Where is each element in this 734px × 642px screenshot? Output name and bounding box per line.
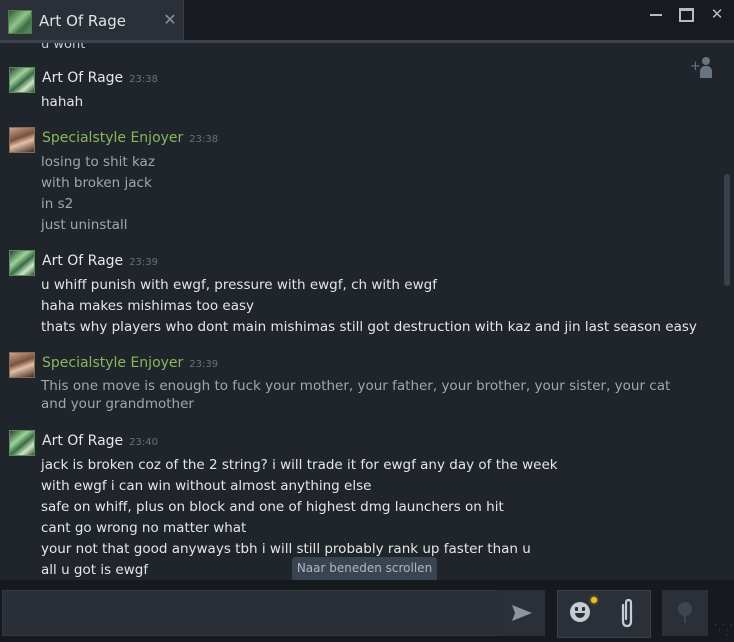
tab-avatar [8, 10, 32, 34]
message-line: This one move is enough to fuck your mot… [41, 378, 671, 412]
sender-name[interactable]: Art Of Rage 23:38 [42, 70, 158, 86]
scrollbar-track[interactable] [722, 43, 734, 580]
microphone-icon [678, 602, 692, 616]
scroll-to-bottom-button[interactable]: Naar beneden scrollen [292, 557, 437, 580]
timestamp: 23:39 [189, 359, 219, 370]
message-line: losing to shit kaz [41, 154, 155, 170]
composer [0, 580, 734, 642]
microphone-stem [684, 616, 686, 623]
window-close-icon[interactable]: ✕ [704, 4, 730, 24]
chat-tab[interactable]: Art Of Rage ✕ [0, 0, 184, 42]
avatar[interactable] [9, 67, 35, 93]
timestamp: 23:38 [189, 134, 219, 145]
notification-dot [591, 597, 597, 603]
timestamp: 23:38 [129, 74, 158, 85]
message-input[interactable] [2, 590, 500, 636]
clipped-message-line: u wont [41, 43, 86, 52]
send-icon [512, 605, 532, 621]
emoji-button[interactable] [558, 591, 602, 637]
message-line: in s2 [41, 196, 74, 212]
message-line: cant go wrong no matter what [41, 520, 247, 536]
message-line: safe on whiff, plus on block and one of … [41, 499, 504, 515]
tab-close-icon[interactable]: ✕ [160, 9, 180, 31]
attach-button[interactable] [604, 591, 648, 637]
message-line: thats why players who dont main mishimas… [41, 319, 697, 335]
title-bar: Art Of Rage ✕ ✕ [0, 0, 734, 43]
avatar[interactable] [9, 250, 35, 276]
timestamp: 23:40 [129, 437, 158, 448]
message-line: u whiff punish with ewgf, pressure with … [41, 277, 437, 293]
message-line: with ewgf i can win without almost anyth… [41, 478, 372, 494]
message-line: just uninstall [41, 217, 128, 233]
timestamp: 23:39 [129, 257, 158, 268]
message-line: haha makes mishimas too easy [41, 298, 255, 314]
chat-log[interactable]: u wont + Art Of Rage 23:38 hahah Specials… [0, 43, 734, 580]
sender-name[interactable]: Specialstyle Enjoyer 23:39 [42, 355, 218, 371]
resize-grip-icon[interactable]: · · · · · · [714, 622, 732, 641]
message-line: hahah [41, 94, 84, 110]
avatar[interactable] [9, 430, 35, 456]
avatar[interactable] [9, 127, 35, 153]
message-line: jack is broken coz of the 2 string? i wi… [41, 457, 558, 473]
avatar[interactable] [9, 352, 35, 378]
scrollbar-thumb[interactable] [724, 174, 730, 286]
attach-icon [621, 598, 633, 628]
emoji-icon [570, 602, 590, 622]
send-button[interactable] [499, 590, 545, 636]
composer-tools [557, 590, 651, 638]
message-line: with broken jack [41, 175, 152, 191]
sender-name[interactable]: Art Of Rage 23:40 [42, 433, 158, 449]
minimize-icon[interactable] [643, 4, 669, 24]
add-friend-icon[interactable]: + [690, 57, 716, 79]
sender-name[interactable]: Specialstyle Enjoyer 23:38 [42, 130, 218, 146]
maximize-icon[interactable] [673, 4, 699, 24]
tab-title: Art Of Rage [39, 12, 126, 30]
sender-name[interactable]: Art Of Rage 23:39 [42, 253, 158, 269]
voice-button[interactable] [662, 590, 708, 636]
